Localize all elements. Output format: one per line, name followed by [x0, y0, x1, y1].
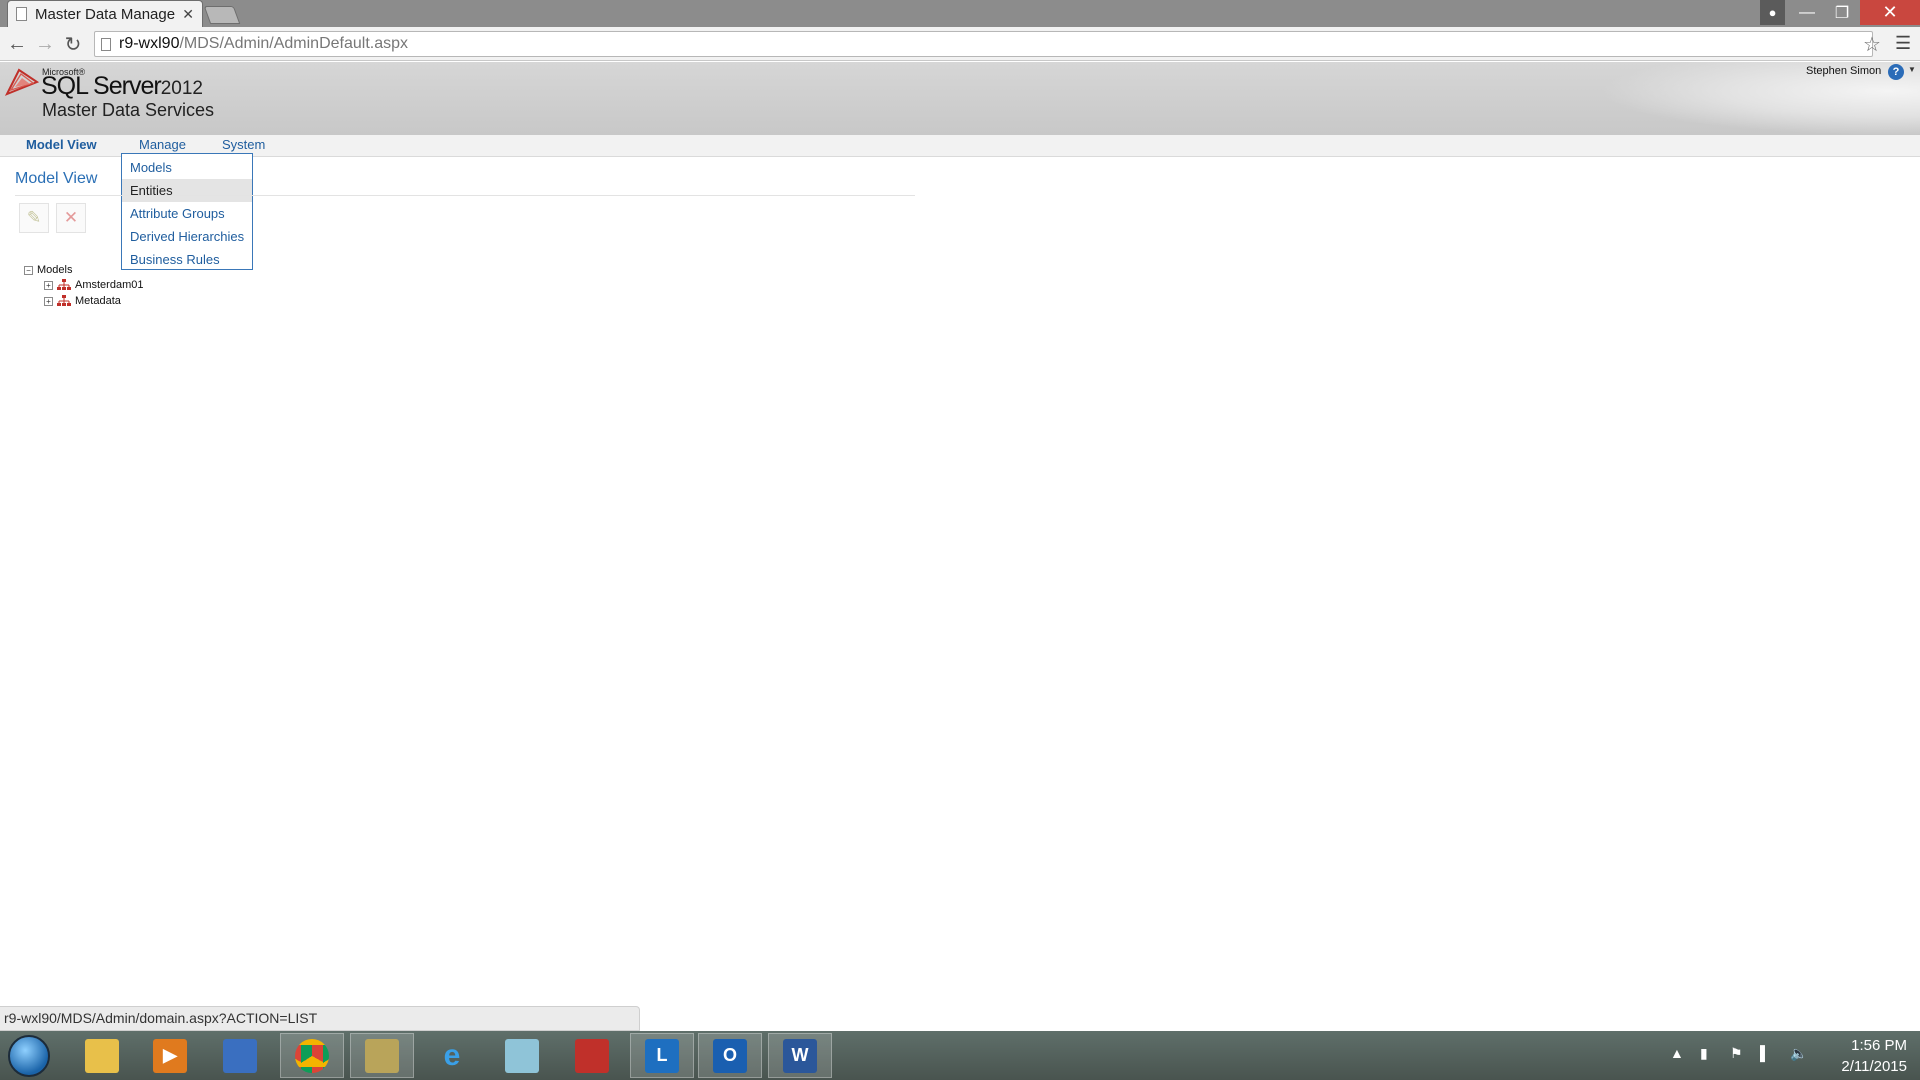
tree-root[interactable]: − Models — [24, 264, 72, 276]
tree-node[interactable]: + Amsterdam01 — [44, 279, 143, 291]
logo-product-name: SQL Server — [41, 72, 162, 100]
power-icon[interactable]: ▮ — [1700, 1045, 1708, 1062]
url-host: r9-wxl90 — [119, 35, 180, 52]
menu-model-view[interactable]: Model View — [26, 137, 97, 152]
browser-title-bar: Master Data Manage ✕ ● — ❐ ✕ — [0, 0, 1920, 27]
dropdown-item-derived-hierarchies[interactable]: Derived Hierarchies — [122, 225, 252, 248]
reload-icon[interactable]: ↻ — [60, 32, 86, 56]
tree-node[interactable]: + Metadata — [44, 295, 121, 307]
url-path: /MDS/Admin/AdminDefault.aspx — [179, 35, 408, 52]
logo-year: 2012 — [160, 78, 203, 99]
tree-node-label[interactable]: Amsterdam01 — [75, 279, 143, 291]
network-icon[interactable]: ▌ — [1760, 1045, 1770, 1061]
internet-explorer-icon[interactable]: e — [420, 1033, 484, 1078]
page-icon — [16, 7, 27, 21]
dropdown-item-business-rules[interactable]: Business Rules — [122, 248, 252, 271]
browser-tab[interactable]: Master Data Manage ✕ — [7, 0, 203, 27]
volume-icon[interactable]: 🔈 — [1790, 1045, 1807, 1062]
mds-header: Microsoft® SQL Server2012 Master Data Se… — [0, 62, 1920, 135]
edit-pencil-icon[interactable]: ✎ — [19, 203, 49, 233]
model-icon — [57, 295, 71, 306]
status-link-preview: r9-wxl90/MDS/Admin/domain.aspx?ACTION=LI… — [0, 1006, 640, 1031]
dropdown-item-attribute-groups[interactable]: Attribute Groups — [122, 202, 252, 225]
title-divider — [15, 195, 915, 196]
bookmark-star-icon[interactable]: ☆ — [1863, 32, 1881, 57]
main-menu-bar: Model View Manage System — [0, 135, 1920, 157]
profile-icon[interactable]: ● — [1760, 0, 1785, 25]
maximize-button[interactable]: ❐ — [1825, 0, 1859, 25]
menu-manage[interactable]: Manage — [139, 137, 186, 152]
tab-close-icon[interactable]: ✕ — [182, 6, 194, 23]
delete-x-icon[interactable]: ✕ — [56, 203, 86, 233]
page-info-icon — [101, 37, 111, 51]
notes-app-icon[interactable] — [490, 1033, 554, 1078]
expand-icon[interactable]: + — [44, 280, 53, 290]
back-icon[interactable]: ← — [4, 32, 30, 56]
logo-subtitle: Master Data Services — [42, 100, 215, 120]
logo-product: SQL Server2012 — [41, 72, 203, 101]
new-tab-button[interactable] — [203, 6, 241, 24]
forward-icon[interactable]: → — [32, 32, 58, 56]
dropdown-item-entities[interactable]: Entities — [122, 179, 252, 202]
outlook-icon[interactable]: O — [698, 1033, 762, 1078]
lync-icon[interactable]: L — [630, 1033, 694, 1078]
help-icon[interactable]: ? — [1888, 64, 1904, 80]
sql-server-logo-icon — [5, 68, 39, 96]
user-name: Stephen Simon — [1806, 65, 1882, 77]
address-bar[interactable]: r9-wxl90 /MDS/Admin/AdminDefault.aspx — [94, 31, 1873, 57]
tree-node-label[interactable]: Metadata — [75, 295, 121, 307]
page-title: Model View — [15, 170, 98, 187]
model-icon — [57, 279, 71, 290]
browser-toolbar: ← → ↻ r9-wxl90 /MDS/Admin/AdminDefault.a… — [0, 27, 1920, 61]
start-button[interactable] — [8, 1035, 50, 1077]
clock-time[interactable]: 1:56 PM — [1835, 1037, 1907, 1054]
remote-desktop-icon[interactable] — [208, 1033, 272, 1078]
toolbox-icon[interactable] — [560, 1033, 624, 1078]
help-dropdown-icon[interactable]: ▼ — [1908, 65, 1916, 74]
expand-icon[interactable]: + — [44, 296, 53, 306]
dropdown-item-models[interactable]: Models — [122, 156, 252, 179]
tree-root-label: Models — [37, 264, 73, 276]
collapse-icon[interactable]: − — [24, 265, 33, 275]
media-player-icon[interactable]: ▶ — [138, 1033, 202, 1078]
word-icon[interactable]: W — [768, 1033, 832, 1078]
action-center-flag-icon[interactable]: ⚑ — [1730, 1045, 1743, 1062]
chrome-menu-icon[interactable]: ☰ — [1895, 33, 1911, 54]
file-explorer-icon[interactable] — [70, 1033, 134, 1078]
menu-system[interactable]: System — [222, 137, 265, 152]
clock-date[interactable]: 2/11/2015 — [1820, 1058, 1907, 1075]
manage-dropdown-menu: Models Entities Attribute Groups Derived… — [121, 153, 253, 270]
sql-tools-icon[interactable] — [350, 1033, 414, 1078]
chrome-icon[interactable] — [280, 1033, 344, 1078]
tray-overflow-icon[interactable]: ▲ — [1670, 1045, 1684, 1061]
close-window-button[interactable]: ✕ — [1860, 0, 1920, 25]
minimize-button[interactable]: — — [1790, 0, 1824, 25]
windows-taskbar: ▶ e L O W ▲ ▮ ⚑ ▌ 🔈 1:56 PM 2/11/2015 — [0, 1031, 1920, 1080]
tab-title: Master Data Manage — [35, 5, 176, 23]
